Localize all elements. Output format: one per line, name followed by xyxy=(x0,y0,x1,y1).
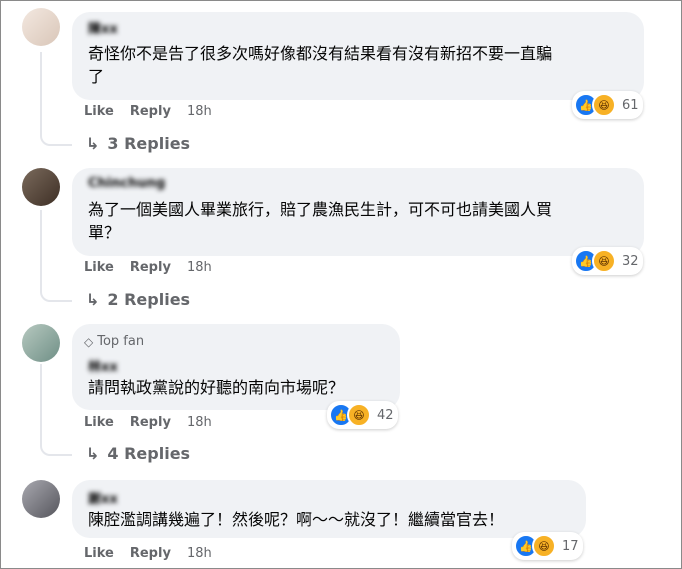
reaction-count: 32 xyxy=(622,253,639,269)
reactions-summary[interactable]: 👍 😆 61 xyxy=(572,91,643,119)
comment-text-line: 陳腔濫調講幾遍了！然後呢？啊～～就沒了！繼續當官去！ xyxy=(88,510,505,529)
replies-label: 4 Replies xyxy=(107,444,191,463)
comment-actions: Like Reply 18h xyxy=(84,260,212,275)
comment-actions: Like Reply 18h xyxy=(84,104,212,119)
comment-text-line: 請問執政黨說的好聽的南向市場呢？ xyxy=(88,378,345,397)
like-button[interactable]: Like xyxy=(84,415,114,430)
view-replies-button[interactable]: ↳ 2 Replies xyxy=(86,290,190,309)
like-button[interactable]: Like xyxy=(84,260,114,275)
view-replies-button[interactable]: ↳ 4 Replies xyxy=(86,444,190,463)
view-replies-button[interactable]: ↳ 3 Replies xyxy=(86,134,190,153)
comment-text-line: 奇怪你不是告了很多次嗎好像都沒有結果看有沒有新招不要一直騙 xyxy=(88,44,553,63)
reply-button[interactable]: Reply xyxy=(130,546,171,561)
like-button[interactable]: Like xyxy=(84,546,114,561)
comment-text-line: 單？ xyxy=(88,223,121,242)
comment-text-line: 為了一個美國人畢業旅行，賠了農漁民生計，可不可也請美國人買 xyxy=(88,200,553,219)
reply-arrow-icon: ↳ xyxy=(86,290,100,309)
reaction-count: 61 xyxy=(622,97,639,113)
avatar[interactable] xyxy=(22,480,60,518)
commenter-name[interactable]: 謝xx xyxy=(88,488,118,507)
replies-label: 3 Replies xyxy=(107,134,191,153)
top-fan-badge: ◇ Top fan xyxy=(84,334,144,349)
haha-icon: 😆 xyxy=(592,249,616,273)
reactions-summary[interactable]: 👍 😆 42 xyxy=(327,401,398,429)
reaction-count: 42 xyxy=(377,407,394,423)
timestamp[interactable]: 18h xyxy=(187,260,212,275)
commenter-name[interactable]: Chinchung xyxy=(88,176,165,191)
comment-text: 為了一個美國人畢業旅行，賠了農漁民生計，可不可也請美國人買 單？ xyxy=(88,198,552,244)
timestamp[interactable]: 18h xyxy=(187,546,212,561)
comment-bubble: ◇ Top fan 林xx 請問執政黨說的好聽的南向市場呢？ xyxy=(72,324,400,410)
badge-label: Top fan xyxy=(97,334,145,349)
comment-text: 陳腔濫調講幾遍了！然後呢？啊～～就沒了！繼續當官去！ xyxy=(88,508,504,531)
thread-line xyxy=(40,52,72,146)
comment-actions: Like Reply 18h xyxy=(84,415,212,430)
reactions-summary[interactable]: 👍 😆 17 xyxy=(512,532,583,560)
diamond-icon: ◇ xyxy=(84,334,94,349)
comment-text: 奇怪你不是告了很多次嗎好像都沒有結果看有沒有新招不要一直騙 了 xyxy=(88,42,552,88)
comment-bubble: Chinchung 為了一個美國人畢業旅行，賠了農漁民生計，可不可也請美國人買 … xyxy=(72,168,644,256)
comment-actions: Like Reply 18h xyxy=(84,546,212,561)
like-button[interactable]: Like xyxy=(84,104,114,119)
reactions-summary[interactable]: 👍 😆 32 xyxy=(572,247,643,275)
timestamp[interactable]: 18h xyxy=(187,415,212,430)
commenter-name[interactable]: 林xx xyxy=(88,356,118,375)
comment-text: 請問執政黨說的好聽的南向市場呢？ xyxy=(88,376,344,399)
avatar[interactable] xyxy=(22,324,60,362)
commenter-name[interactable]: 陳xx xyxy=(88,18,118,37)
reply-button[interactable]: Reply xyxy=(130,104,171,119)
avatar[interactable] xyxy=(22,8,60,46)
comment-text-line: 了 xyxy=(88,67,105,86)
haha-icon: 😆 xyxy=(532,534,556,558)
reaction-count: 17 xyxy=(562,538,579,554)
haha-icon: 😆 xyxy=(592,93,616,117)
reply-arrow-icon: ↳ xyxy=(86,444,100,463)
haha-icon: 😆 xyxy=(347,403,371,427)
comment-bubble: 謝xx 陳腔濫調講幾遍了！然後呢？啊～～就沒了！繼續當官去！ xyxy=(72,480,586,538)
replies-label: 2 Replies xyxy=(107,290,191,309)
comment-bubble: 陳xx 奇怪你不是告了很多次嗎好像都沒有結果看有沒有新招不要一直騙 了 xyxy=(72,12,644,100)
reply-button[interactable]: Reply xyxy=(130,415,171,430)
timestamp[interactable]: 18h xyxy=(187,104,212,119)
reply-arrow-icon: ↳ xyxy=(86,134,100,153)
thread-line xyxy=(40,364,72,456)
reply-button[interactable]: Reply xyxy=(130,260,171,275)
thread-line xyxy=(40,210,72,302)
avatar[interactable] xyxy=(22,168,60,206)
